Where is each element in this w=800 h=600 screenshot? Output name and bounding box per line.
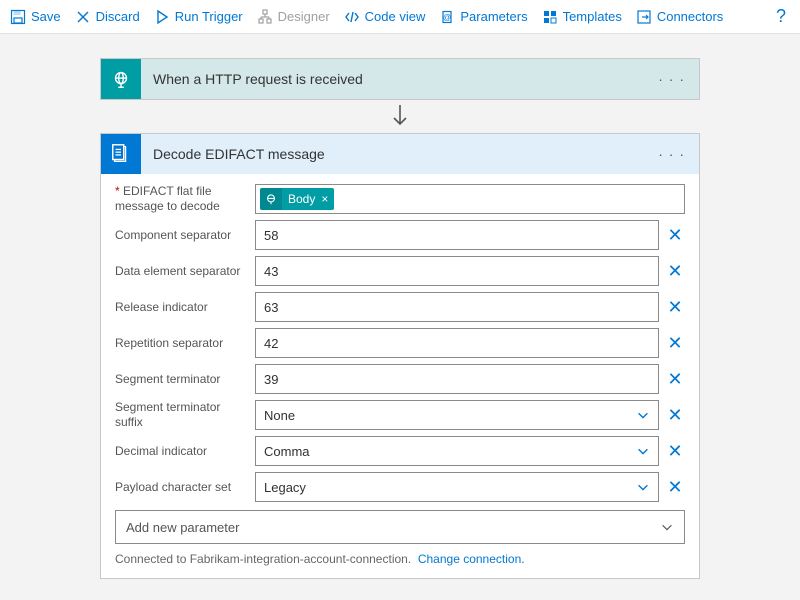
field-release-indicator: Release indicator 63 ✕	[115, 292, 685, 322]
trigger-header[interactable]: When a HTTP request is received · · ·	[101, 59, 699, 99]
run-trigger-label: Run Trigger	[175, 9, 243, 24]
save-button[interactable]: Save	[10, 9, 61, 25]
code-view-label: Code view	[365, 9, 426, 24]
remove-field[interactable]: ✕	[665, 333, 685, 354]
chevron-down-icon	[636, 408, 650, 422]
run-icon	[154, 9, 170, 25]
field-label: Segment terminator suffix	[115, 400, 255, 430]
action-menu[interactable]: · · ·	[654, 146, 689, 162]
action-header[interactable]: Decode EDIFACT message · · ·	[101, 134, 699, 174]
designer-label: Designer	[278, 9, 330, 24]
text-input[interactable]: 58	[255, 220, 659, 250]
body-token[interactable]: Body ×	[260, 188, 334, 210]
templates-label: Templates	[563, 9, 622, 24]
field-label: Release indicator	[115, 300, 255, 315]
action-card: Decode EDIFACT message · · · * EDIFACT f…	[100, 133, 700, 579]
discard-icon	[75, 9, 91, 25]
save-icon	[10, 9, 26, 25]
http-icon	[110, 68, 132, 90]
change-connection-link[interactable]: Change connection.	[418, 552, 525, 566]
edifact-icon	[110, 143, 132, 165]
remove-field[interactable]: ✕	[665, 405, 685, 426]
parameters-label: Parameters	[460, 9, 527, 24]
remove-field[interactable]: ✕	[665, 369, 685, 390]
field-label: Data element separator	[115, 264, 255, 279]
code-view-icon	[344, 9, 360, 25]
token-label: Body	[282, 192, 319, 206]
trigger-menu[interactable]: · · ·	[654, 71, 689, 87]
add-parameter-label: Add new parameter	[126, 520, 239, 535]
text-input[interactable]: 43	[255, 256, 659, 286]
token-remove[interactable]: ×	[319, 192, 334, 206]
http-icon	[260, 188, 282, 210]
svg-text:@: @	[443, 13, 451, 22]
run-trigger-button[interactable]: Run Trigger	[154, 9, 243, 25]
field-label: * EDIFACT flat file message to decode	[115, 184, 255, 214]
code-view-button[interactable]: Code view	[344, 9, 426, 25]
select-input[interactable]: Comma	[255, 436, 659, 466]
token-input[interactable]: Body ×	[255, 184, 685, 214]
help-icon[interactable]: ?	[776, 6, 786, 27]
action-tile	[101, 134, 141, 174]
remove-field[interactable]: ✕	[665, 297, 685, 318]
select-input[interactable]: Legacy	[255, 472, 659, 502]
field-label: Repetition separator	[115, 336, 255, 351]
templates-icon	[542, 9, 558, 25]
trigger-tile	[101, 59, 141, 99]
field-data-element-separator: Data element separator 43 ✕	[115, 256, 685, 286]
action-body: * EDIFACT flat file message to decode Bo…	[101, 174, 699, 578]
parameters-icon: @	[439, 9, 455, 25]
field-label: Decimal indicator	[115, 444, 255, 459]
select-input[interactable]: None	[255, 400, 659, 430]
remove-field[interactable]: ✕	[665, 261, 685, 282]
field-repetition-separator: Repetition separator 42 ✕	[115, 328, 685, 358]
connectors-label: Connectors	[657, 9, 723, 24]
save-label: Save	[31, 9, 61, 24]
discard-label: Discard	[96, 9, 140, 24]
designer-icon	[257, 9, 273, 25]
connection-info: Connected to Fabrikam-integration-accoun…	[115, 552, 685, 566]
add-parameter-dropdown[interactable]: Add new parameter	[115, 510, 685, 544]
parameters-button[interactable]: @ Parameters	[439, 9, 527, 25]
field-label: Segment terminator	[115, 372, 255, 387]
flow-arrow	[100, 100, 700, 133]
trigger-title: When a HTTP request is received	[141, 71, 654, 87]
chevron-down-icon	[660, 520, 674, 534]
connectors-button[interactable]: Connectors	[636, 9, 723, 25]
chevron-down-icon	[636, 444, 650, 458]
connectors-icon	[636, 9, 652, 25]
templates-button[interactable]: Templates	[542, 9, 622, 25]
text-input[interactable]: 42	[255, 328, 659, 358]
field-payload-character-set: Payload character set Legacy ✕	[115, 472, 685, 502]
remove-field[interactable]: ✕	[665, 477, 685, 498]
field-segment-terminator-suffix: Segment terminator suffix None ✕	[115, 400, 685, 430]
designer-button[interactable]: Designer	[257, 9, 330, 25]
field-component-separator: Component separator 58 ✕	[115, 220, 685, 250]
designer-canvas: When a HTTP request is received · · · De…	[0, 34, 800, 600]
field-segment-terminator: Segment terminator 39 ✕	[115, 364, 685, 394]
trigger-card[interactable]: When a HTTP request is received · · ·	[100, 58, 700, 100]
text-input[interactable]: 39	[255, 364, 659, 394]
chevron-down-icon	[636, 480, 650, 494]
command-bar: Save Discard Run Trigger Designer Code v…	[0, 0, 800, 34]
discard-button[interactable]: Discard	[75, 9, 140, 25]
text-input[interactable]: 63	[255, 292, 659, 322]
field-message-to-decode: * EDIFACT flat file message to decode Bo…	[115, 184, 685, 214]
remove-field[interactable]: ✕	[665, 225, 685, 246]
field-label: Component separator	[115, 228, 255, 243]
field-decimal-indicator: Decimal indicator Comma ✕	[115, 436, 685, 466]
connection-text: Connected to Fabrikam-integration-accoun…	[115, 552, 411, 566]
action-title: Decode EDIFACT message	[141, 146, 654, 162]
remove-field[interactable]: ✕	[665, 441, 685, 462]
field-label: Payload character set	[115, 480, 255, 495]
